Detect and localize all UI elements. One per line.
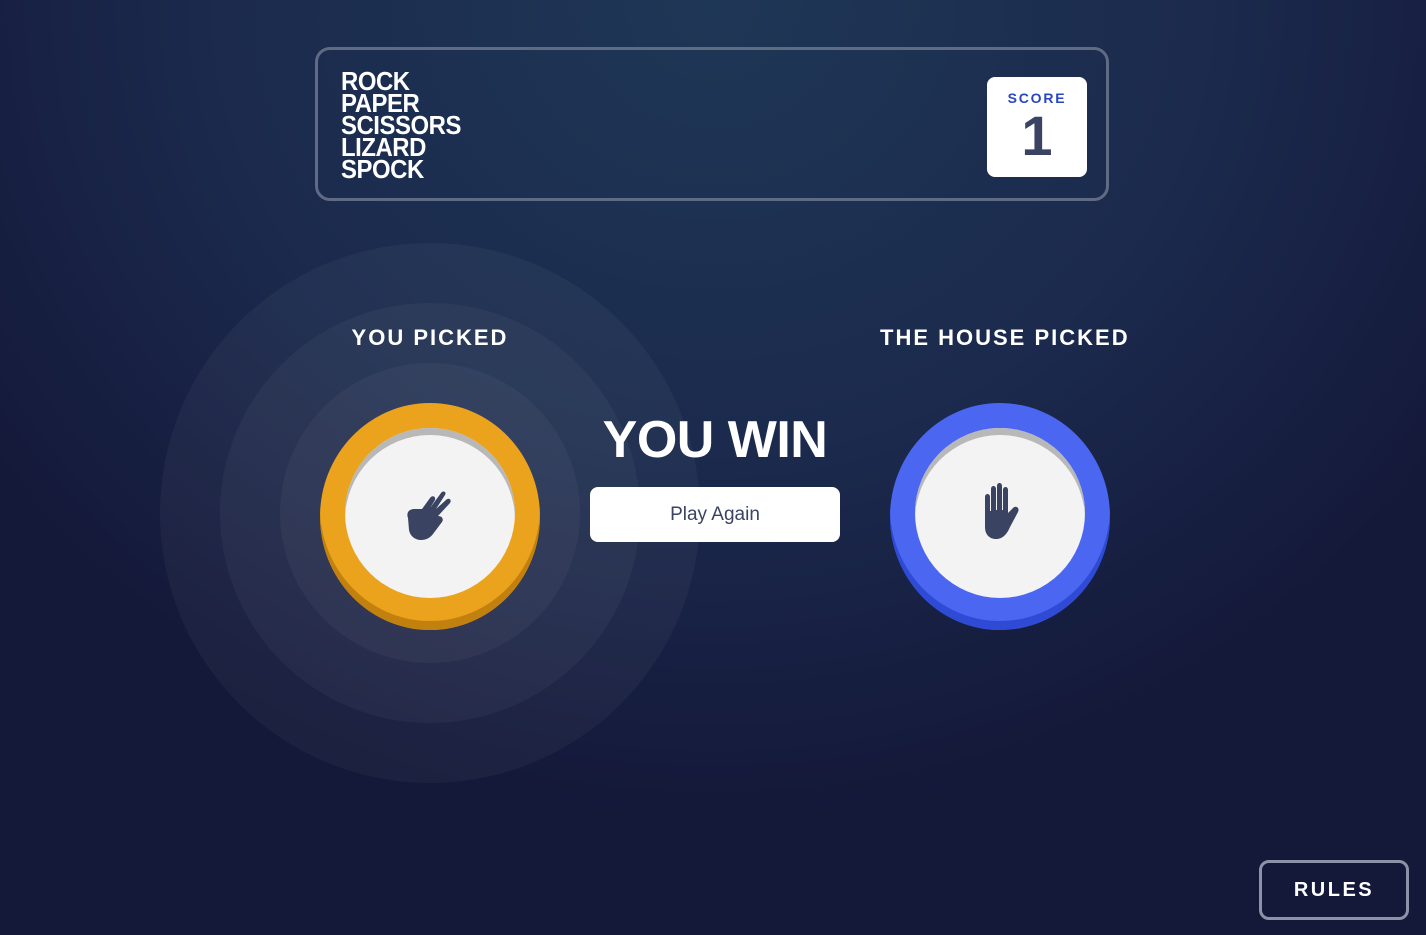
result-panel: YOU WIN bbox=[590, 410, 840, 470]
house-token-face bbox=[915, 428, 1085, 598]
you-picked-label: YOU PICKED bbox=[351, 325, 509, 350]
game-title: ROCK PAPER SCISSORS LIZARD SPOCK bbox=[341, 68, 471, 184]
score-value: 1 bbox=[1021, 104, 1053, 167]
player-token-face bbox=[345, 428, 515, 598]
spock-hand-icon bbox=[407, 491, 451, 540]
game-header: ROCK PAPER SCISSORS LIZARD SPOCK SCORE 1 bbox=[315, 47, 1109, 201]
paper-hand-icon bbox=[985, 483, 1019, 539]
play-again-button[interactable]: Play Again bbox=[590, 487, 840, 542]
house-token-paper bbox=[890, 403, 1110, 630]
house-picked-label: THE HOUSE PICKED bbox=[880, 325, 1130, 350]
rules-button[interactable]: RULES bbox=[1259, 860, 1409, 920]
player-token-spock bbox=[320, 403, 540, 630]
title-line-spock: SPOCK bbox=[341, 154, 424, 184]
result-text: YOU WIN bbox=[602, 411, 828, 469]
score-box: SCORE 1 bbox=[987, 77, 1087, 177]
